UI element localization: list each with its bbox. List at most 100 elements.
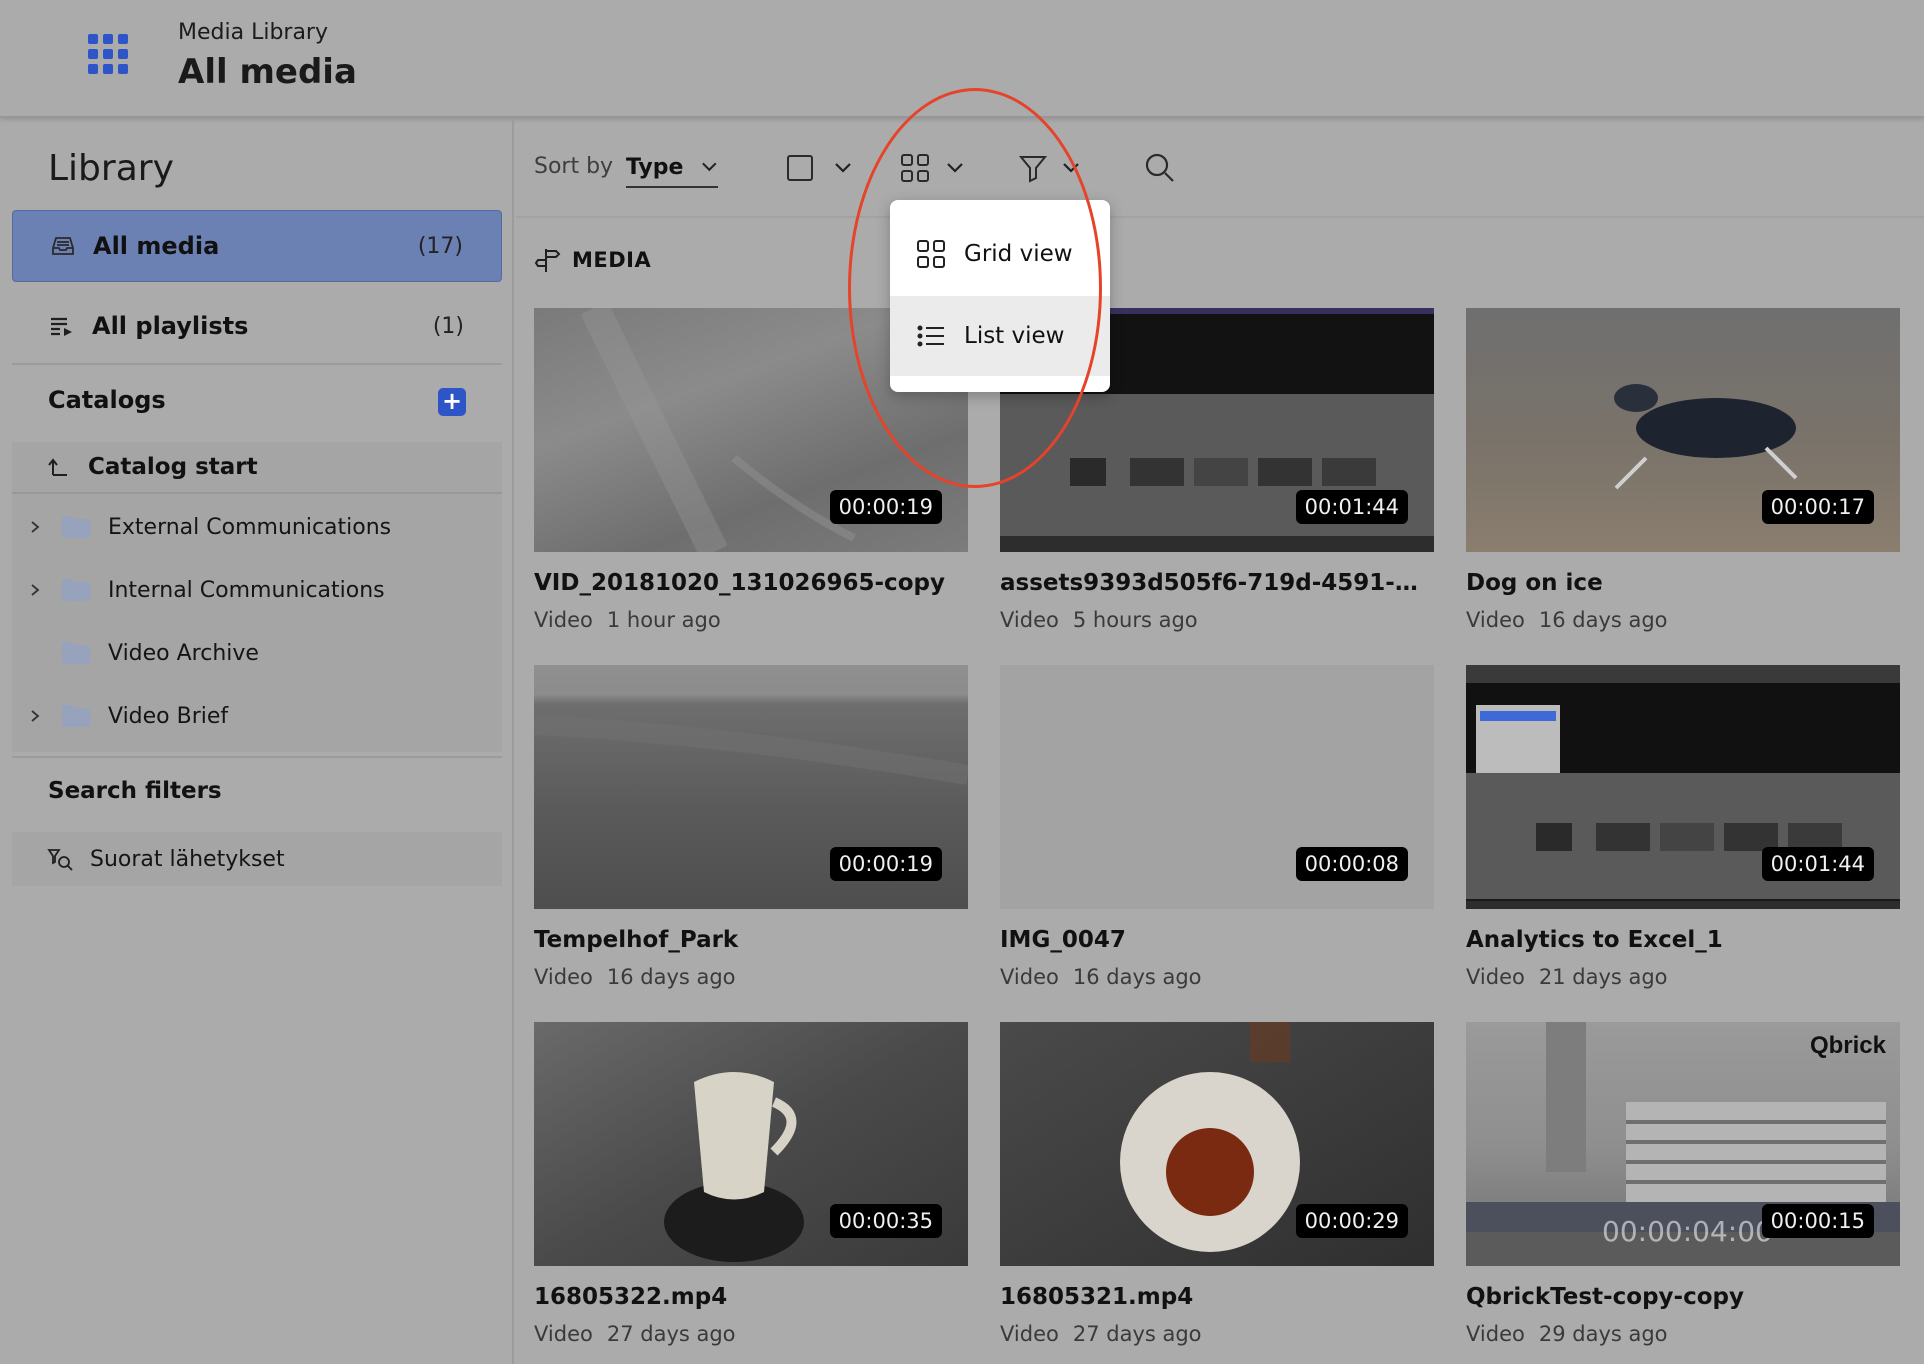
sort-value: Type: [626, 154, 684, 180]
media-age: 29 days ago: [1538, 1322, 1668, 1346]
media-card[interactable]: 00:00:08 IMG_0047 Video 16 days ago: [1000, 665, 1434, 989]
sidebar-item-count: (1): [432, 313, 464, 339]
divider: [12, 363, 502, 365]
media-title[interactable]: VID_20181020_131026965-copy: [534, 570, 968, 596]
catalog-folder[interactable]: Internal Communications: [12, 563, 502, 617]
media-age: 27 days ago: [1072, 1322, 1202, 1346]
media-age: 16 days ago: [606, 965, 736, 989]
duration-badge: 00:00:08: [1295, 847, 1408, 881]
select-all-checkbox[interactable]: [786, 150, 852, 186]
view-mode-button[interactable]: [900, 150, 964, 186]
media-title[interactable]: 16805322.mp4: [534, 1284, 968, 1310]
media-age: 16 days ago: [1072, 965, 1202, 989]
catalog-folder[interactable]: External Communications: [12, 500, 502, 554]
catalogs-heading: Catalogs: [48, 386, 166, 414]
chevron-right-icon[interactable]: [28, 709, 42, 723]
media-type: Video: [1466, 608, 1525, 632]
chevron-right-icon[interactable]: [28, 583, 42, 597]
media-title[interactable]: assets9393d505f6-719d-4591-be02-e...: [1000, 570, 1434, 596]
sidebar-item-all-media[interactable]: All media (17): [12, 210, 502, 282]
search-filters-heading: Search filters: [48, 778, 222, 804]
add-catalog-button[interactable]: +: [438, 388, 466, 416]
page-title: All media: [178, 52, 357, 92]
sidebar-item-label: All playlists: [92, 312, 249, 340]
menu-item-label: Grid view: [964, 241, 1073, 267]
media-meta: Video 16 days ago: [534, 965, 968, 989]
menu-item-grid-view[interactable]: Grid view: [890, 214, 1110, 294]
burned-in-timecode: 00:00:04:00: [1602, 1215, 1773, 1248]
search-button[interactable]: [1144, 150, 1176, 186]
duration-badge: 00:01:44: [1295, 490, 1408, 524]
media-title[interactable]: 16805321.mp4: [1000, 1284, 1434, 1310]
media-thumbnail[interactable]: 00:00:29: [1000, 1022, 1434, 1266]
folder-icon: [62, 516, 90, 538]
media-card[interactable]: 00:00:29 16805321.mp4 Video 27 days ago: [1000, 1022, 1434, 1346]
media-meta: Video 27 days ago: [1000, 1322, 1434, 1346]
catalog-start-item[interactable]: Catalog start: [12, 442, 502, 494]
media-title[interactable]: Dog on ice: [1466, 570, 1900, 596]
media-age: 16 days ago: [1538, 608, 1668, 632]
media-age: 5 hours ago: [1072, 608, 1198, 632]
search-icon: [1145, 153, 1174, 182]
app-subtitle: Media Library: [178, 20, 328, 45]
media-type: Video: [534, 965, 593, 989]
folder-icon: [62, 579, 90, 601]
media-meta: Video 16 days ago: [1466, 608, 1900, 632]
catalog-folder[interactable]: Video Brief: [12, 689, 502, 743]
media-title[interactable]: Analytics to Excel_1: [1466, 927, 1900, 953]
media-meta: Video 29 days ago: [1466, 1322, 1900, 1346]
folder-icon: [62, 705, 90, 727]
app-grid-icon[interactable]: [88, 34, 128, 74]
media-meta: Video 21 days ago: [1466, 965, 1900, 989]
media-meta: Video 1 hour ago: [534, 608, 968, 632]
media-title[interactable]: QbrickTest-copy-copy: [1466, 1284, 1900, 1310]
library-heading: Library: [48, 148, 174, 189]
signpost-icon: [534, 249, 561, 272]
checkbox-icon: [787, 155, 813, 181]
media-thumbnail[interactable]: Qbrick 00:00:04:00 00:00:15: [1466, 1022, 1900, 1266]
duration-badge: 00:00:17: [1761, 490, 1874, 524]
media-type: Video: [1000, 965, 1059, 989]
folder-icon: [62, 642, 90, 664]
media-thumbnail[interactable]: 00:00:17: [1466, 308, 1900, 552]
media-card[interactable]: 00:00:17 Dog on ice Video 16 days ago: [1466, 308, 1900, 632]
media-meta: Video 27 days ago: [534, 1322, 968, 1346]
top-bar: Media Library All media: [0, 0, 1924, 118]
menu-item-list-view[interactable]: List view: [890, 296, 1110, 376]
media-thumbnail[interactable]: 00:00:35: [534, 1022, 968, 1266]
media-card[interactable]: 00:00:35 16805322.mp4 Video 27 days ago: [534, 1022, 968, 1346]
media-title[interactable]: Tempelhof_Park: [534, 927, 968, 953]
chevron-down-icon: [947, 163, 963, 173]
sidebar-item-label: All media: [93, 232, 220, 260]
media-thumbnail[interactable]: 00:00:19: [534, 665, 968, 909]
media-thumbnail[interactable]: 00:00:08: [1000, 665, 1434, 909]
duration-badge: 00:00:15: [1761, 1204, 1874, 1238]
grid-view-icon: [901, 154, 929, 182]
search-filter-item[interactable]: Suorat lähetykset: [12, 832, 502, 886]
media-section-label: MEDIA: [572, 248, 652, 272]
sidebar: Library All media (17) All playlists (1)…: [0, 120, 514, 1364]
media-card[interactable]: 00:01:44 Analytics to Excel_1 Video 21 da…: [1466, 665, 1900, 989]
qbrick-logo: Qbrick: [1809, 1032, 1886, 1059]
sidebar-item-all-playlists[interactable]: All playlists (1): [12, 290, 502, 362]
search-filter-label: Suorat lähetykset: [90, 846, 285, 872]
catalog-folder[interactable]: Video Archive: [12, 626, 502, 680]
folder-label: External Communications: [108, 514, 392, 540]
media-type: Video: [534, 608, 593, 632]
catalog-start-label: Catalog start: [88, 454, 258, 480]
media-age: 1 hour ago: [606, 608, 721, 632]
filter-button[interactable]: [1018, 150, 1080, 186]
playlist-icon: [51, 317, 72, 336]
duration-badge: 00:00:29: [1295, 1204, 1408, 1238]
folder-label: Video Archive: [108, 640, 259, 666]
media-title[interactable]: IMG_0047: [1000, 927, 1434, 953]
toolbar: Sort by Type: [516, 120, 1924, 218]
chevron-right-icon[interactable]: [28, 520, 42, 534]
media-thumbnail[interactable]: 00:01:44: [1466, 665, 1900, 909]
media-type: Video: [1000, 1322, 1059, 1346]
media-card[interactable]: Qbrick 00:00:04:00 00:00:15 QbrickTest-c…: [1466, 1022, 1900, 1346]
sort-select[interactable]: Type: [626, 148, 718, 188]
view-mode-menu: Grid view List view: [890, 200, 1110, 392]
sidebar-item-count: (17): [417, 233, 463, 259]
media-card[interactable]: 00:00:19 Tempelhof_Park Video 16 days ago: [534, 665, 968, 989]
